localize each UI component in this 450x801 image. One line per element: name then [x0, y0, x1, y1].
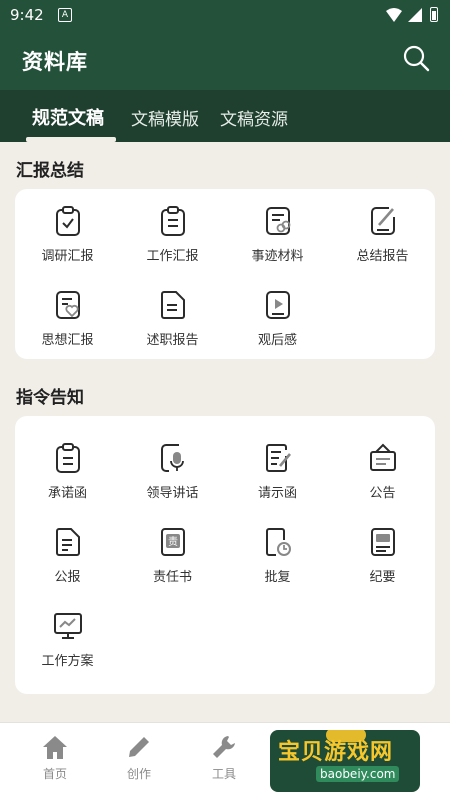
notification-a-icon: A [58, 8, 72, 22]
document-clock-icon [265, 528, 291, 556]
item-summary-report[interactable]: 总结报告 [330, 205, 435, 285]
item-leader-speech[interactable]: 领导讲话 [120, 442, 225, 522]
status-bar: 9:42 A [0, 0, 450, 30]
item-label: 公报 [54, 570, 81, 585]
item-thought-report[interactable]: 思想汇报 [15, 289, 120, 369]
item-label: 公告 [369, 486, 396, 501]
item-duty-report[interactable]: 述职报告 [120, 289, 225, 369]
item-deeds-material[interactable]: 事迹材料 [225, 205, 330, 285]
document-pen-icon [265, 444, 291, 472]
nav-home[interactable]: 首页 [20, 733, 90, 782]
home-icon [43, 736, 67, 759]
search-icon[interactable] [402, 44, 430, 72]
clipboard-check-icon [55, 206, 80, 236]
nav-tools-label: 工具 [211, 767, 236, 781]
item-label: 总结报告 [356, 249, 409, 264]
clipboard-list-icon [160, 206, 185, 236]
document-notes-icon [370, 528, 395, 556]
item-commitment-letter[interactable]: 承诺函 [15, 442, 120, 522]
watermark-logo: 宝贝游戏网 baobeiy.com [270, 730, 420, 792]
item-label: 承诺函 [47, 486, 87, 501]
tab-doc-templates[interactable]: 文稿模版 [131, 105, 199, 130]
watermark-title: 宝贝游戏网 [278, 740, 394, 765]
item-responsibility-letter[interactable]: 责 责任书 [120, 526, 225, 606]
page-title: 资料库 [22, 50, 88, 74]
document-lines-icon [160, 291, 185, 319]
responsibility-icon: 责 [160, 528, 185, 556]
item-label: 思想汇报 [41, 333, 94, 348]
item-research-report[interactable]: 调研汇报 [15, 205, 120, 285]
wrench-icon [213, 736, 235, 758]
microphone-doc-icon [160, 444, 184, 472]
item-label: 工作方案 [41, 654, 94, 669]
item-communique[interactable]: 公报 [15, 526, 120, 606]
document-edit-icon [370, 207, 395, 235]
item-label: 事迹材料 [251, 249, 304, 264]
card-instructions: 承诺函 领导讲话 请示函 公告 公报 责 责任书 批复 纪要 工作方案 [15, 416, 435, 694]
tab-standard-docs[interactable]: 规范文稿 [32, 104, 104, 130]
tab-doc-resources[interactable]: 文稿资源 [220, 105, 288, 130]
item-label: 调研汇报 [41, 249, 94, 264]
card-report-summary: 调研汇报 工作汇报 事迹材料 总结报告 思想汇报 述职报告 观后感 [15, 189, 435, 359]
item-label: 观后感 [257, 333, 297, 348]
document-play-icon [265, 291, 290, 319]
section-title-report-summary: 汇报总结 [16, 161, 84, 181]
clipboard-icon [55, 443, 80, 473]
item-label: 批复 [264, 570, 291, 585]
document-heart-icon [55, 291, 80, 319]
nav-create[interactable]: 创作 [104, 733, 174, 782]
battery-icon [430, 7, 438, 22]
monitor-chart-icon [53, 613, 82, 639]
nav-tools[interactable]: 工具 [189, 733, 259, 782]
item-label: 述职报告 [146, 333, 199, 348]
item-minutes[interactable]: 纪要 [330, 526, 435, 606]
signal-icon [408, 8, 422, 22]
section-title-instructions: 指令告知 [16, 388, 84, 408]
status-time: 9:42 [10, 6, 44, 24]
item-official-reply[interactable]: 批复 [225, 526, 330, 606]
item-label: 工作汇报 [146, 249, 199, 264]
document-link-icon [265, 207, 290, 235]
svg-text:责: 责 [168, 535, 178, 548]
item-label: 领导讲话 [146, 486, 199, 501]
nav-create-label: 创作 [126, 767, 151, 781]
pencil-icon [129, 737, 149, 757]
nav-home-label: 首页 [42, 767, 67, 781]
item-reflection[interactable]: 观后感 [225, 289, 330, 369]
document-lines-icon [55, 528, 80, 556]
item-work-report[interactable]: 工作汇报 [120, 205, 225, 285]
watermark-url: baobeiy.com [316, 766, 400, 782]
tab-bar: 规范文稿 文稿模版 文稿资源 [0, 90, 450, 142]
item-work-plan[interactable]: 工作方案 [15, 610, 120, 690]
tab-active-indicator [26, 137, 116, 142]
wifi-icon [386, 8, 402, 22]
item-label: 纪要 [369, 570, 396, 585]
item-label: 请示函 [257, 486, 297, 501]
announcement-icon [369, 443, 396, 471]
item-announcement[interactable]: 公告 [330, 442, 435, 522]
item-label: 责任书 [152, 570, 192, 585]
item-request-letter[interactable]: 请示函 [225, 442, 330, 522]
app-bar: 资料库 [0, 30, 450, 90]
